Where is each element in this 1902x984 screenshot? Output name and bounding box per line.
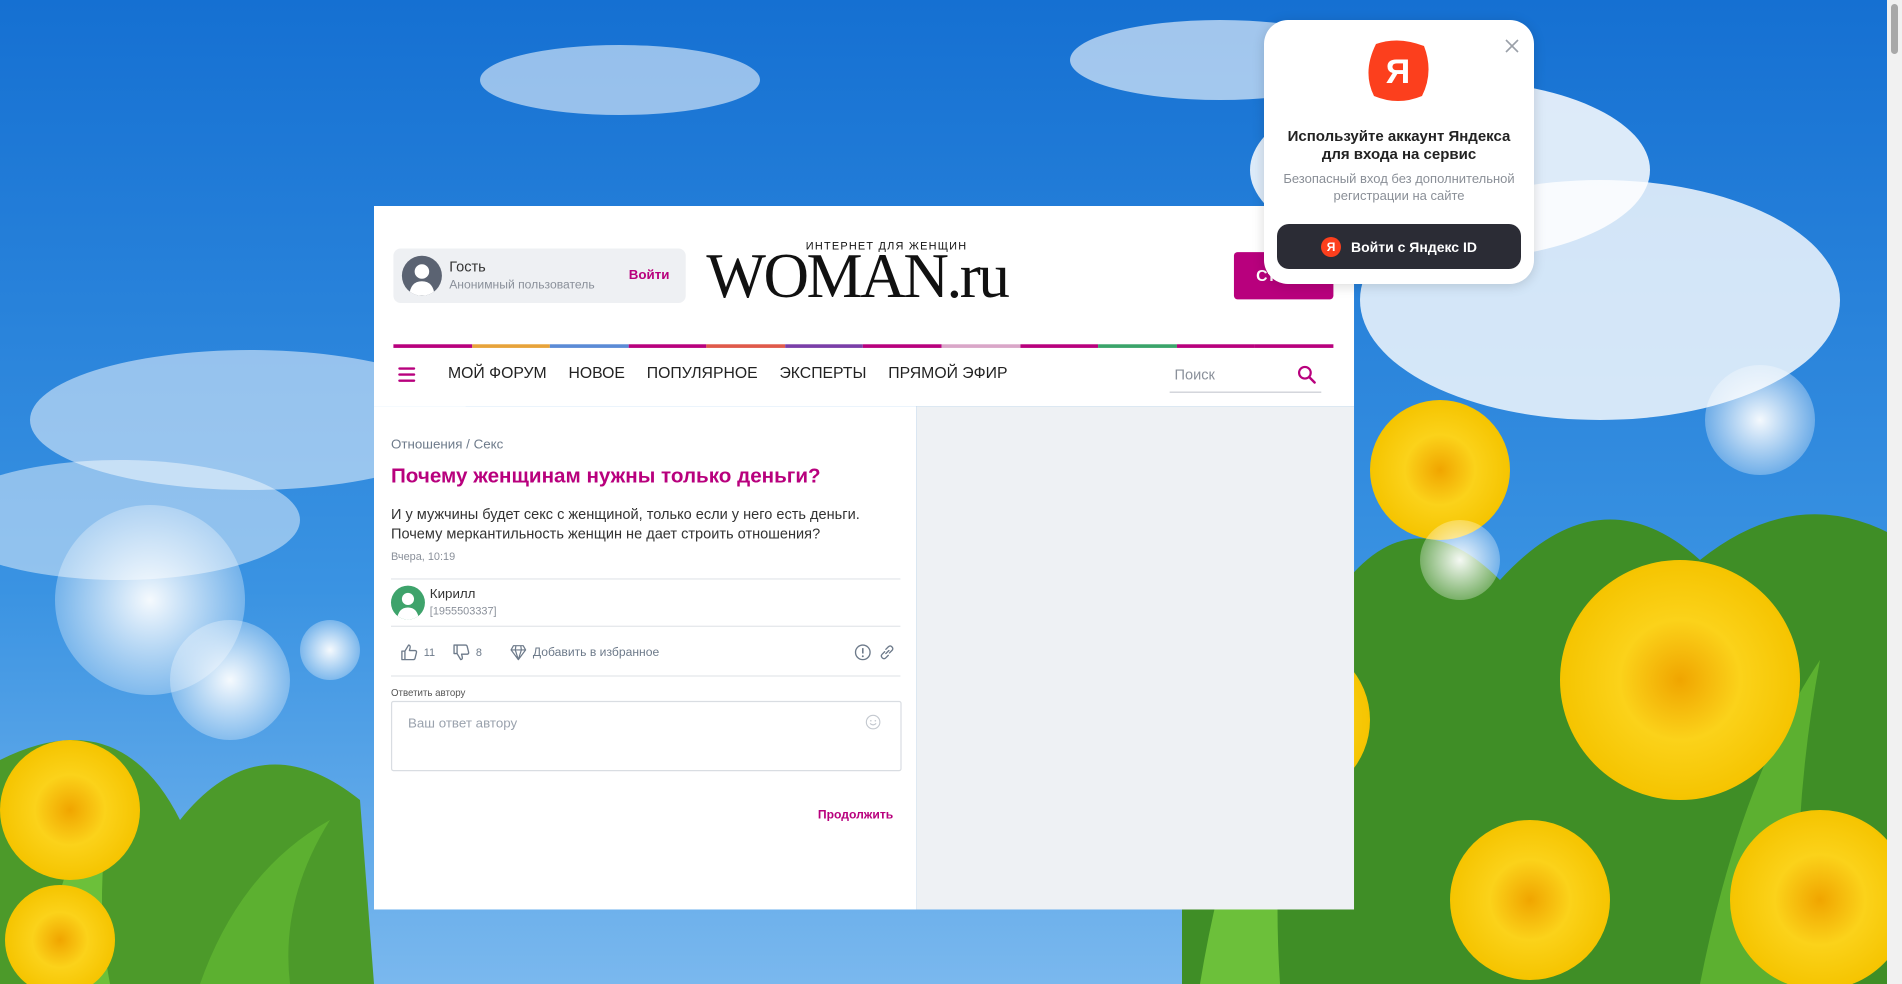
add-favorite-button[interactable]: Добавить в избранное	[510, 644, 659, 661]
topic-title: Почему женщинам нужны только деньги?	[390, 464, 821, 488]
search-icon[interactable]	[1297, 365, 1316, 384]
guest-subtitle: Анонимный пользователь	[449, 278, 595, 293]
author-avatar[interactable]	[390, 585, 425, 620]
breadcrumb-relations[interactable]: Отношения	[391, 438, 462, 453]
reply-textarea[interactable]	[392, 702, 901, 770]
yandex-text-line2: регистрации на сайте	[1333, 188, 1465, 203]
add-favorite-label: Добавить в избранное	[532, 645, 660, 660]
author-name[interactable]: Кирилл	[430, 587, 476, 602]
divider	[390, 675, 901, 677]
nav-popular[interactable]: ПОПУЛЯРНОЕ	[647, 364, 758, 382]
user-silhouette-icon	[397, 592, 419, 620]
nav-my-forum[interactable]: МОЙ ФОРУМ	[448, 364, 547, 382]
nav-experts[interactable]: ЭКСПЕРТЫ	[779, 364, 866, 382]
yandex-text-line1: Безопасный вход без дополнительной	[1283, 171, 1515, 186]
yandex-login-label: Войти с Яндекс ID	[1351, 238, 1477, 255]
post-actions: 11 8 Добавить в избранное	[391, 640, 900, 667]
diamond-icon	[510, 645, 527, 661]
yandex-button-logo-icon: Я	[1321, 236, 1341, 257]
breadcrumb: Отношения / Секс	[391, 438, 503, 453]
yandex-heading-line2: для входа на сервис	[1321, 146, 1477, 163]
yandex-logo-letter: Я	[1386, 53, 1410, 91]
yandex-login-button[interactable]: Я Войти с Яндекс ID	[1277, 224, 1521, 269]
smile-icon[interactable]	[865, 714, 881, 730]
report-icon[interactable]	[854, 644, 871, 661]
search-box	[1169, 358, 1322, 393]
guest-avatar	[401, 255, 442, 296]
site-logo[interactable]: ИНТЕРНЕТ ДЛЯ ЖЕНЩИН WOMAN.ru	[706, 238, 1024, 316]
dislike-count: 8	[475, 646, 482, 659]
link-icon[interactable]	[879, 644, 896, 661]
divider	[390, 625, 901, 627]
nav-new[interactable]: НОВОЕ	[569, 364, 625, 382]
login-link[interactable]: Войти	[629, 268, 670, 283]
dislike-button[interactable]: 8	[453, 644, 482, 661]
topic-description-line1: И у мужчины будет секс с женщиной, тольк…	[390, 505, 860, 523]
menu-icon[interactable]	[398, 367, 416, 382]
search-input[interactable]	[1172, 362, 1293, 387]
guest-name: Гость	[449, 258, 486, 276]
guest-block: Гость Анонимный пользователь Войти	[393, 248, 686, 304]
breadcrumb-sex[interactable]: Секс	[474, 438, 504, 453]
sidebar	[916, 406, 1355, 910]
like-button[interactable]: 11	[401, 644, 435, 661]
close-icon[interactable]	[1504, 38, 1520, 54]
thumbs-up-icon	[401, 644, 418, 661]
topic-description: И у мужчины будет секс с женщиной, тольк…	[391, 504, 900, 543]
author-id: [1955503337]	[429, 605, 497, 618]
nav-live[interactable]: ПРЯМОЙ ЭФИР	[888, 364, 1007, 382]
continue-button[interactable]: Продолжить	[818, 809, 893, 822]
user-silhouette-icon	[409, 264, 435, 296]
like-count: 11	[423, 646, 436, 659]
site-header: Гость Анонимный пользователь Войти ИНТЕР…	[374, 206, 1355, 407]
scrollbar-thumb[interactable]	[1891, 4, 1898, 54]
site-panel: Гость Анонимный пользователь Войти ИНТЕР…	[374, 206, 1355, 910]
logo-wordmark: WOMAN.ru	[706, 242, 1010, 312]
page-scrollbar[interactable]	[1887, 0, 1902, 984]
topic-description-line2: Почему меркантильность женщин не дает ст…	[390, 524, 821, 542]
yandex-text: Безопасный вход без дополнительной регис…	[1264, 170, 1534, 204]
yandex-heading-line1: Используйте аккаунт Яндекса	[1287, 128, 1511, 145]
reply-label: Ответить автору	[390, 687, 466, 699]
thumbs-down-icon	[453, 644, 470, 661]
yandex-login-popup: Я Используйте аккаунт Яндекса для входа …	[1264, 20, 1534, 284]
yandex-heading: Используйте аккаунт Яндекса для входа на…	[1264, 128, 1534, 164]
reply-box	[390, 700, 902, 772]
divider	[390, 578, 901, 580]
topic-date: Вчера, 10:19	[390, 550, 456, 563]
main-nav: МОЙ ФОРУМ НОВОЕ ПОПУЛЯРНОЕ ЭКСПЕРТЫ ПРЯМ…	[393, 348, 1333, 404]
breadcrumb-separator: /	[466, 437, 470, 453]
topic-content: Отношения / Секс Почему женщинам нужны т…	[374, 406, 917, 910]
yandex-logo-icon: Я	[1368, 40, 1429, 101]
